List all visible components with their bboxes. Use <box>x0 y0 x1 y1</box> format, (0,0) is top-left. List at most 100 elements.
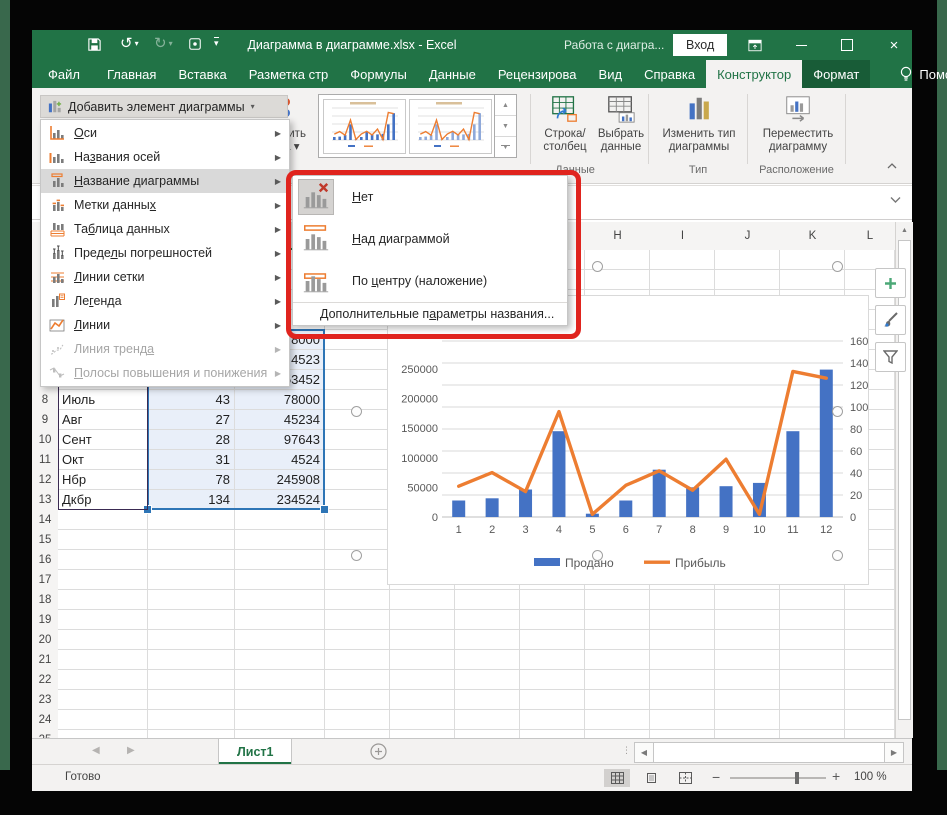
cell-D12[interactable] <box>325 470 390 490</box>
column-header-J[interactable]: J <box>715 222 781 251</box>
gallery-more-button[interactable]: ▼ <box>495 136 516 157</box>
cell-K2[interactable] <box>780 270 845 290</box>
menu-item-legend[interactable]: Легенда▶ <box>41 289 289 313</box>
cell-F25[interactable] <box>455 730 520 738</box>
normal-view-button[interactable] <box>604 769 630 787</box>
chart-elements-button[interactable] <box>875 268 906 298</box>
row-header-21[interactable]: 21 <box>32 650 59 671</box>
cell-G20[interactable] <box>520 630 585 650</box>
menu-item-error-bars[interactable]: Пределы погрешностей▶ <box>41 241 289 265</box>
ribbon-display-options-button[interactable] <box>738 30 772 60</box>
cell-D14[interactable] <box>325 510 390 530</box>
cell-A9[interactable]: Авг <box>58 410 148 430</box>
row-header-9[interactable]: 9 <box>32 410 59 431</box>
cell-I2[interactable] <box>650 270 715 290</box>
vertical-scrollbar[interactable]: ▲ <box>895 222 913 738</box>
tab-вид[interactable]: Вид <box>588 60 634 88</box>
cell-B14[interactable] <box>148 510 235 530</box>
cell-K18[interactable] <box>780 590 845 610</box>
cell-I20[interactable] <box>650 630 715 650</box>
cell-D21[interactable] <box>325 650 390 670</box>
cell-F23[interactable] <box>455 690 520 710</box>
cell-D5[interactable] <box>325 330 390 350</box>
cell-A21[interactable] <box>58 650 148 670</box>
cell-D18[interactable] <box>325 590 390 610</box>
tab-справка[interactable]: Справка <box>633 60 706 88</box>
cell-E20[interactable] <box>390 630 455 650</box>
cell-B22[interactable] <box>148 670 235 690</box>
cell-J24[interactable] <box>715 710 780 730</box>
cell-D7[interactable] <box>325 370 390 390</box>
cell-B13[interactable]: 134 <box>148 490 235 510</box>
cell-F18[interactable] <box>455 590 520 610</box>
menu-item-data-table[interactable]: Таблица данных▶ <box>41 217 289 241</box>
cell-H21[interactable] <box>585 650 650 670</box>
cell-C22[interactable] <box>235 670 325 690</box>
cell-H19[interactable] <box>585 610 650 630</box>
cell-E22[interactable] <box>390 670 455 690</box>
submenu-item-title-above[interactable]: Над диаграммой <box>293 218 567 260</box>
row-header-11[interactable]: 11 <box>32 450 59 471</box>
switch-row-column-button[interactable]: Строка/столбец <box>538 94 592 154</box>
hscroll-right-arrow[interactable]: ▶ <box>884 742 904 763</box>
chart-filters-button[interactable] <box>875 342 906 372</box>
cell-B12[interactable]: 78 <box>148 470 235 490</box>
menu-item-lines[interactable]: Линии▶ <box>41 313 289 337</box>
cell-B9[interactable]: 27 <box>148 410 235 430</box>
scrollbar-drag-dots[interactable]: ⋮ <box>622 745 632 756</box>
cell-A14[interactable] <box>58 510 148 530</box>
tab-главная[interactable]: Главная <box>96 60 167 88</box>
cell-A23[interactable] <box>58 690 148 710</box>
page-layout-view-button[interactable] <box>638 769 664 787</box>
tab-данные[interactable]: Данные <box>418 60 487 88</box>
cell-L22[interactable] <box>845 670 895 690</box>
cell-J23[interactable] <box>715 690 780 710</box>
cell-B20[interactable] <box>148 630 235 650</box>
cell-K25[interactable] <box>780 730 845 738</box>
chart-style-2-thumbnail[interactable] <box>409 99 492 154</box>
cell-A16[interactable] <box>58 550 148 570</box>
cell-F22[interactable] <box>455 670 520 690</box>
tab-разметка стр[interactable]: Разметка стр <box>238 60 339 88</box>
cell-B21[interactable] <box>148 650 235 670</box>
cell-G19[interactable] <box>520 610 585 630</box>
cell-A12[interactable]: Нбр <box>58 470 148 490</box>
maximize-button[interactable] <box>830 30 864 60</box>
cell-L20[interactable] <box>845 630 895 650</box>
cell-A19[interactable] <box>58 610 148 630</box>
cell-J18[interactable] <box>715 590 780 610</box>
menu-item-axes[interactable]: Оси▶ <box>41 121 289 145</box>
cell-I22[interactable] <box>650 670 715 690</box>
cell-E18[interactable] <box>390 590 455 610</box>
cell-K20[interactable] <box>780 630 845 650</box>
cell-D17[interactable] <box>325 570 390 590</box>
column-header-K[interactable]: K <box>780 222 846 251</box>
cell-H22[interactable] <box>585 670 650 690</box>
row-header-19[interactable]: 19 <box>32 610 59 631</box>
row-header-12[interactable]: 12 <box>32 470 59 491</box>
sign-in-button[interactable]: Вход <box>673 34 727 56</box>
cell-D22[interactable] <box>325 670 390 690</box>
cell-F21[interactable] <box>455 650 520 670</box>
cell-D19[interactable] <box>325 610 390 630</box>
cell-L18[interactable] <box>845 590 895 610</box>
cell-B19[interactable] <box>148 610 235 630</box>
select-data-button[interactable]: Выбратьданные <box>594 94 648 154</box>
cell-B8[interactable]: 43 <box>148 390 235 410</box>
cell-I18[interactable] <box>650 590 715 610</box>
column-header-L[interactable]: L <box>845 222 896 251</box>
scroll-up-arrow[interactable]: ▲ <box>896 222 913 239</box>
cell-I21[interactable] <box>650 650 715 670</box>
cell-I24[interactable] <box>650 710 715 730</box>
cell-G25[interactable] <box>520 730 585 738</box>
cell-E19[interactable] <box>390 610 455 630</box>
chart-selection-handle[interactable] <box>351 406 362 417</box>
submenu-more-title-options[interactable]: Дополнительные параметры названия... <box>293 302 567 325</box>
move-chart-button[interactable]: Переместитьдиаграмму <box>754 94 842 154</box>
add-chart-element-button[interactable]: Добавить элемент диаграммы ▾ <box>40 95 288 118</box>
change-chart-type-button[interactable]: Изменить типдиаграммы <box>655 94 743 154</box>
cell-D20[interactable] <box>325 630 390 650</box>
cell-D15[interactable] <box>325 530 390 550</box>
cell-G21[interactable] <box>520 650 585 670</box>
chart-selection-handle[interactable] <box>592 261 603 272</box>
